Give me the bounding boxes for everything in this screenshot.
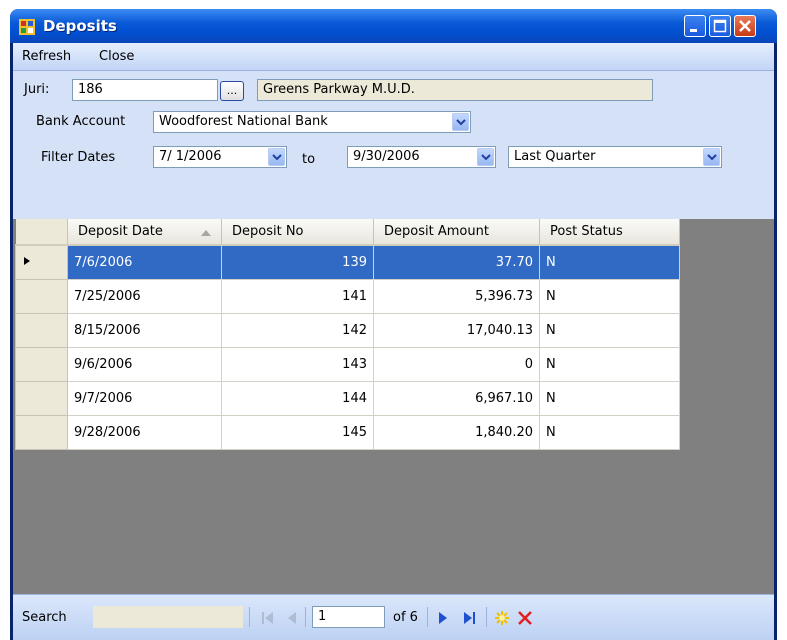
column-header-deposit-no[interactable]: Deposit No xyxy=(221,219,374,246)
move-first-icon[interactable] xyxy=(261,611,275,625)
window-body: Refresh Close Juri: 186 ... Greens Parkw… xyxy=(13,43,774,640)
chevron-down-icon xyxy=(456,119,466,126)
date-to-picker[interactable]: 9/30/2006 xyxy=(347,146,496,168)
separator xyxy=(305,607,306,627)
chevron-down-icon xyxy=(481,154,491,161)
filter-dates-label: Filter Dates xyxy=(41,150,116,165)
menu-close[interactable]: Close xyxy=(99,49,134,64)
table-row[interactable]: 9/6/2006 143 0 N xyxy=(15,346,680,382)
binding-navigator: Search 1 of 6 xyxy=(13,594,774,640)
cell-deposit-no[interactable]: 139 xyxy=(221,244,374,280)
bank-account-value: Woodforest National Bank xyxy=(159,114,328,129)
column-header-label: Deposit Date xyxy=(78,224,163,239)
cell-post-status[interactable]: N xyxy=(539,312,680,348)
separator xyxy=(427,607,428,627)
cell-deposit-amount[interactable]: 5,396.73 xyxy=(373,278,540,314)
cell-deposit-no[interactable]: 143 xyxy=(221,346,374,382)
juri-input[interactable]: 186 xyxy=(72,79,218,101)
menu-bar: Refresh Close xyxy=(13,43,774,71)
row-header[interactable] xyxy=(15,414,68,450)
cell-deposit-date[interactable]: 8/15/2006 xyxy=(67,312,222,348)
cell-deposit-no[interactable]: 141 xyxy=(221,278,374,314)
row-header[interactable] xyxy=(15,312,68,348)
deposits-window: Deposits Refresh Close Juri: 186 ... Gre… xyxy=(10,9,777,640)
record-count-label: of 6 xyxy=(393,610,418,625)
cell-deposit-amount[interactable]: 17,040.13 xyxy=(373,312,540,348)
column-header-deposit-amount[interactable]: Deposit Amount xyxy=(373,219,540,246)
cell-post-status[interactable]: N xyxy=(539,414,680,450)
cell-deposit-date[interactable]: 9/7/2006 xyxy=(67,380,222,416)
separator xyxy=(249,607,250,627)
cell-deposit-amount[interactable]: 37.70 xyxy=(373,244,540,280)
move-previous-icon[interactable] xyxy=(286,611,298,625)
close-icon xyxy=(739,20,751,32)
column-header-deposit-date[interactable]: Deposit Date xyxy=(67,219,222,246)
cell-post-status[interactable]: N xyxy=(539,346,680,382)
juri-lookup-button[interactable]: ... xyxy=(220,81,244,101)
cell-deposit-amount[interactable]: 0 xyxy=(373,346,540,382)
table-row[interactable]: 9/28/2006 145 1,840.20 N xyxy=(15,414,680,450)
cell-post-status[interactable]: N xyxy=(539,380,680,416)
row-header-corner xyxy=(15,219,68,246)
cell-deposit-no[interactable]: 145 xyxy=(221,414,374,450)
cell-deposit-date[interactable]: 7/25/2006 xyxy=(67,278,222,314)
cell-deposit-date[interactable]: 9/28/2006 xyxy=(67,414,222,450)
date-range-value: Last Quarter xyxy=(514,149,596,164)
row-header[interactable] xyxy=(15,278,68,314)
cell-deposit-amount[interactable]: 6,967.10 xyxy=(373,380,540,416)
title-bar[interactable]: Deposits xyxy=(10,9,777,43)
table-row[interactable]: 9/7/2006 144 6,967.10 N xyxy=(15,380,680,416)
cell-deposit-amount[interactable]: 1,840.20 xyxy=(373,414,540,450)
date-range-select[interactable]: Last Quarter xyxy=(508,146,722,168)
minimize-button[interactable] xyxy=(684,15,706,37)
deposits-table: Deposit Date Deposit No Deposit Amount P… xyxy=(15,219,680,450)
row-header[interactable] xyxy=(15,244,68,280)
window-title: Deposits xyxy=(43,17,117,35)
filter-form: Juri: 186 ... Greens Parkway M.U.D. Bank… xyxy=(13,71,774,219)
cell-deposit-date[interactable]: 7/6/2006 xyxy=(67,244,222,280)
row-header[interactable] xyxy=(15,346,68,382)
cell-post-status[interactable]: N xyxy=(539,278,680,314)
date-from-picker[interactable]: 7/ 1/2006 xyxy=(153,146,287,168)
juri-name-field: Greens Parkway M.U.D. xyxy=(257,79,653,101)
cell-deposit-no[interactable]: 144 xyxy=(221,380,374,416)
search-input[interactable] xyxy=(93,606,243,628)
deposits-grid: Deposit Date Deposit No Deposit Amount P… xyxy=(13,219,774,594)
cell-post-status[interactable]: N xyxy=(539,244,680,280)
bank-dropdown-button[interactable] xyxy=(452,113,469,131)
juri-label: Juri: xyxy=(24,82,50,97)
date-range-dropdown-button[interactable] xyxy=(703,148,720,166)
date-from-dropdown-button[interactable] xyxy=(268,148,285,166)
bank-account-select[interactable]: Woodforest National Bank xyxy=(153,111,471,133)
table-row[interactable]: 7/6/2006 139 37.70 N xyxy=(15,244,680,280)
minimize-icon xyxy=(690,29,697,32)
search-label: Search xyxy=(22,610,67,625)
date-to-dropdown-button[interactable] xyxy=(477,148,494,166)
move-next-icon[interactable] xyxy=(437,611,449,625)
cell-deposit-no[interactable]: 142 xyxy=(221,312,374,348)
table-row[interactable]: 8/15/2006 142 17,040.13 N xyxy=(15,312,680,348)
table-row[interactable]: 7/25/2006 141 5,396.73 N xyxy=(15,278,680,314)
column-header-post-status[interactable]: Post Status xyxy=(539,219,680,246)
bank-account-label: Bank Account xyxy=(36,114,126,129)
menu-refresh[interactable]: Refresh xyxy=(22,49,71,64)
date-to-value: 9/30/2006 xyxy=(353,149,420,164)
move-last-icon[interactable] xyxy=(462,611,476,625)
position-input[interactable]: 1 xyxy=(312,606,385,628)
maximize-button[interactable] xyxy=(709,15,731,37)
maximize-icon xyxy=(713,19,727,33)
to-label: to xyxy=(302,152,316,167)
sort-ascending-icon xyxy=(201,230,211,236)
cell-deposit-date[interactable]: 9/6/2006 xyxy=(67,346,222,382)
add-new-icon[interactable] xyxy=(493,609,511,627)
chevron-down-icon xyxy=(272,154,282,161)
date-from-value: 7/ 1/2006 xyxy=(159,149,222,164)
row-header[interactable] xyxy=(15,380,68,416)
separator xyxy=(486,607,487,627)
current-row-icon xyxy=(24,256,30,265)
chevron-down-icon xyxy=(707,154,717,161)
delete-icon[interactable] xyxy=(516,609,534,627)
close-window-button[interactable] xyxy=(734,15,756,37)
app-icon xyxy=(19,19,35,35)
